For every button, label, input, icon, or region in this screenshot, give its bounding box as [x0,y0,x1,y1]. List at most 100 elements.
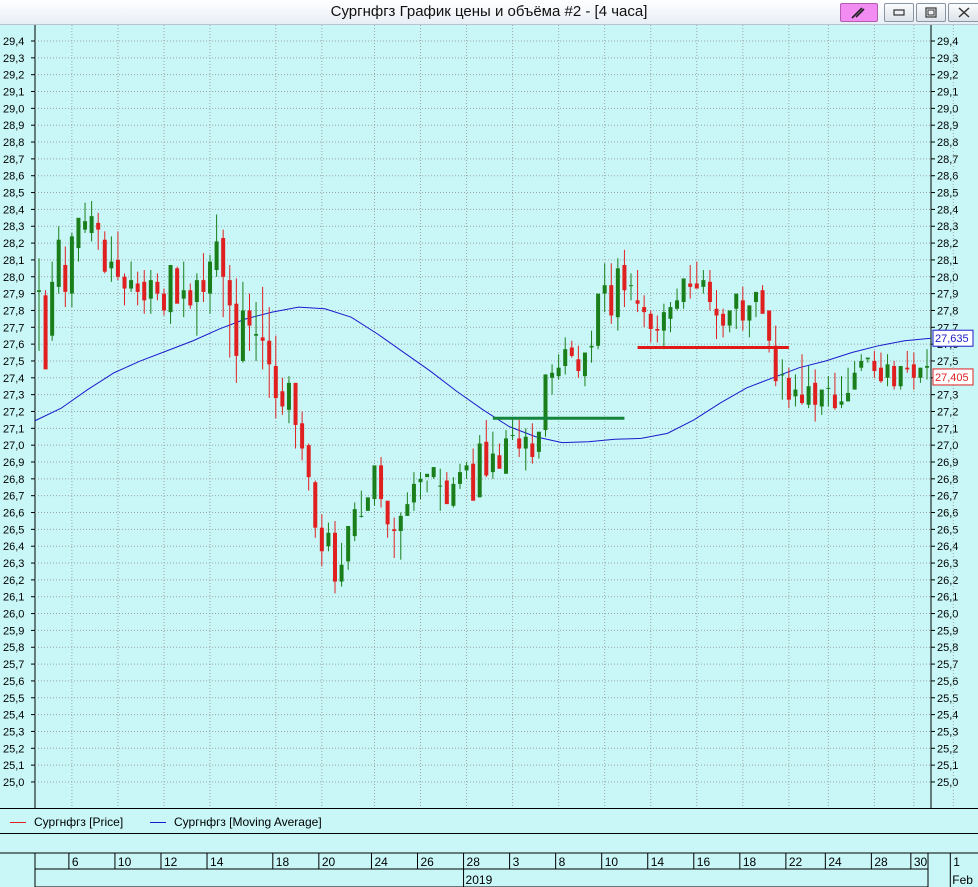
candle-body [438,485,443,487]
y-tick-label-right: 27,1 [937,423,958,435]
candle-body [832,394,837,409]
legend-label-moving-average: Сургнфгз [Moving Average] [174,815,322,829]
y-tick-label-right: 28,3 [937,221,958,233]
candle-body [352,509,357,537]
candle-body [859,360,864,368]
y-tick-label-left: 27,8 [3,305,24,317]
x-tick-label: 8 [559,855,566,869]
candle-body [602,285,607,294]
candle-body [497,455,502,469]
x-tick-label: 22 [789,855,803,869]
candle-body [56,239,61,287]
candle-body [122,276,127,289]
candle-body [589,345,594,348]
y-tick-label-left: 29,4 [3,36,24,48]
candle-body [267,340,272,365]
x-tick-label: 24 [828,855,842,869]
x-tick-label: 14 [651,855,665,869]
y-tick-label-left: 26,6 [3,508,24,520]
candle-body [201,280,206,292]
candle-body [681,278,686,303]
candle-body [780,374,785,376]
candle-body [50,281,55,336]
candle-body [457,472,462,484]
period-label-2019: 2019 [466,873,493,887]
y-tick-label-right: 25,4 [937,710,958,722]
candle-body [688,283,693,287]
y-tick-label-left: 25,6 [3,676,24,688]
candle-body [129,280,134,289]
y-tick-label-right: 28,9 [937,120,958,132]
candle-body [898,366,903,387]
candle-body [76,217,81,249]
candle-body [326,532,331,547]
close-icon [958,7,970,18]
y-tick-label-left: 29,3 [3,53,24,65]
close-button[interactable] [948,3,978,22]
candle-body [69,236,74,294]
y-tick-label-left: 25,3 [3,726,24,738]
y-tick-label-left: 28,5 [3,188,24,200]
candle-body [372,465,377,500]
y-tick-label-right: 28,6 [937,171,958,183]
candle-body [247,310,252,326]
y-tick-label-right: 26,2 [937,575,958,587]
candle-body [892,366,897,387]
candle-body [530,443,535,457]
candle-body [37,290,41,292]
pin-button[interactable] [840,3,878,22]
y-tick-label-right: 25,8 [937,642,958,654]
y-tick-label-right: 29,0 [937,103,958,115]
x-tick-label: 14 [210,855,224,869]
y-tick-label-left: 28,9 [3,120,24,132]
candle-body [313,482,318,528]
maximize-icon [925,7,937,18]
minimize-button[interactable] [884,3,914,22]
y-tick-label-right: 25,3 [937,726,958,738]
candle-body [569,347,574,356]
candle-body [306,445,311,478]
candle-body [89,216,94,233]
y-tick-label-right: 26,6 [937,508,958,520]
candle-body [543,374,548,431]
x-tick-label: 28 [874,855,888,869]
y-tick-label-left: 28,4 [3,204,24,216]
candle-body [800,394,805,404]
candle-body [175,268,180,304]
maximize-button[interactable] [916,3,946,22]
candle-body [885,364,890,378]
x-tick-label: 12 [164,855,178,869]
candle-body [333,532,337,582]
candle-body [444,480,449,505]
candle-body [773,345,778,382]
y-tick-label-right: 29,2 [937,70,958,82]
candle-body [418,478,423,483]
y-tick-label-left: 28,1 [3,255,24,267]
candle-body [655,328,660,331]
y-tick-label-right: 29,4 [937,36,958,48]
y-tick-label-left: 25,5 [3,693,24,705]
candle-body [319,527,324,552]
candle-body [102,239,107,272]
x-tick-label: 18 [743,855,757,869]
y-tick-label-right: 27,9 [937,289,958,301]
candle-body [675,300,680,309]
y-tick-label-left: 26,8 [3,474,24,486]
candle-body [398,515,403,532]
candle-body [707,281,712,303]
y-tick-label-left: 26,4 [3,541,24,553]
y-tick-label-left: 25,4 [3,710,24,722]
candle-body [405,504,410,516]
candle-body [208,261,213,294]
candle-body [556,367,561,377]
candle-body [609,285,614,316]
x-tick-label: 6 [72,855,79,869]
y-tick-label-right: 25,0 [937,777,958,789]
price-chart: 29,4 29,4 29,3 29,3 29,2 29,2 29,1 29,1 29,0 29,0… [0,25,978,808]
candle-body [806,386,811,405]
candle-body [484,441,489,476]
candle-body [536,431,541,452]
y-tick-label-left: 29,1 [3,87,24,99]
minimize-icon [893,9,905,16]
candle-body [221,238,226,277]
